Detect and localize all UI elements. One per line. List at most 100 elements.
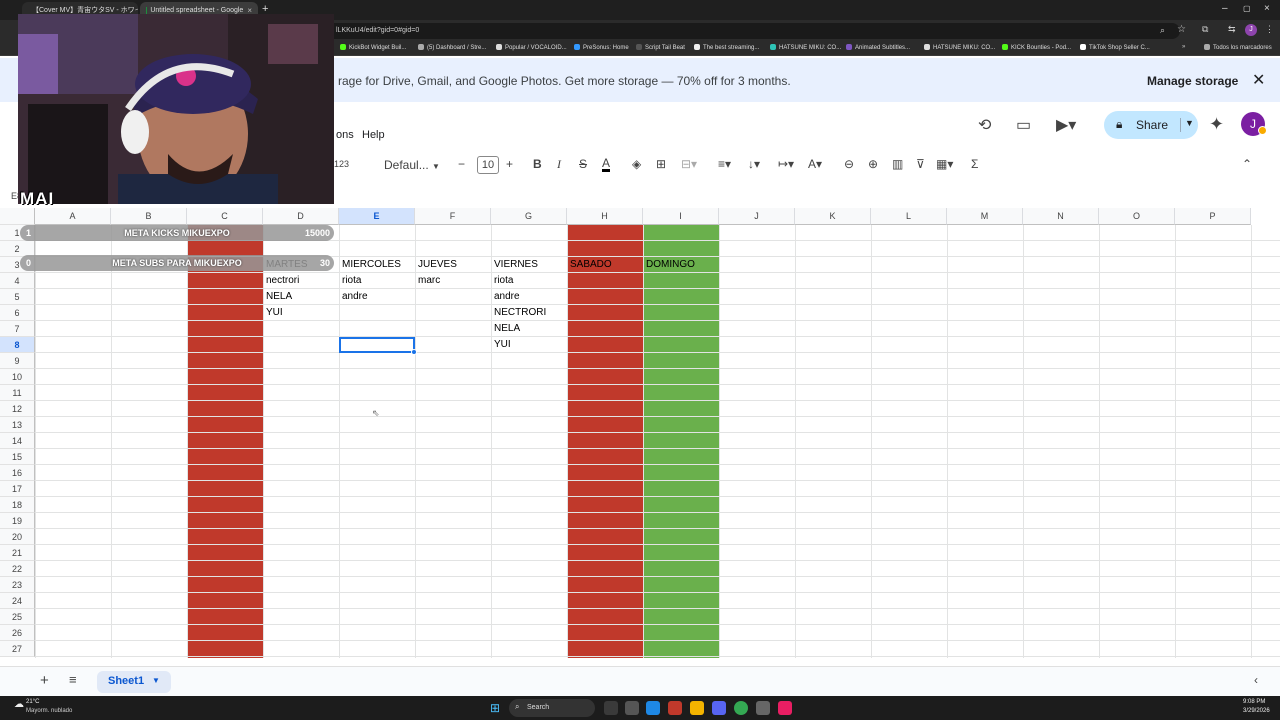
settings-icon[interactable] xyxy=(756,701,770,715)
spreadsheet-grid[interactable]: ABCDEFGHIJKLMNOP 1 2 3 4 5 6 7 8 9 10 11 12 13 14 15 16… xyxy=(0,208,1280,658)
row-header-19[interactable]: 19 xyxy=(0,513,35,529)
column-header-i[interactable]: I xyxy=(643,208,719,225)
functions-icon[interactable]: Σ xyxy=(971,157,978,171)
filter-views-icon[interactable]: ▦▾ xyxy=(936,157,953,171)
cell-g7[interactable]: NELA xyxy=(491,323,520,334)
vertical-align-icon[interactable]: ↓▾ xyxy=(748,157,760,171)
row-header-22[interactable]: 22 xyxy=(0,561,35,577)
meet-icon[interactable]: ▶▾ xyxy=(1056,115,1076,135)
chrome-icon[interactable] xyxy=(734,701,748,715)
borders-icon[interactable]: ⊞ xyxy=(656,157,666,171)
bookmark-star-icon[interactable]: ☆ xyxy=(1177,24,1186,35)
bookmark-item[interactable]: HATSUNE MIKU: CO... xyxy=(770,44,841,51)
gemini-icon[interactable]: ✦ xyxy=(1209,114,1224,135)
row-header-10[interactable]: 10 xyxy=(0,369,35,385)
selected-cell[interactable] xyxy=(339,337,417,355)
text-wrap-icon[interactable]: ↦▾ xyxy=(778,157,794,171)
share-dropdown-icon[interactable]: ▼ xyxy=(1180,118,1194,132)
row-header-21[interactable]: 21 xyxy=(0,545,35,561)
column-header-b[interactable]: B xyxy=(111,208,187,225)
column-header-g[interactable]: G xyxy=(491,208,567,225)
close-window-icon[interactable]: × xyxy=(1264,3,1270,14)
italic-icon[interactable]: I xyxy=(557,157,561,172)
row-header-13[interactable]: 13 xyxy=(0,417,35,433)
more-formats-button[interactable]: 123 xyxy=(334,159,349,169)
row-header-25[interactable]: 25 xyxy=(0,609,35,625)
manage-storage-link[interactable]: Manage storage xyxy=(1147,74,1238,88)
cell-h3[interactable]: SABADO xyxy=(567,259,612,270)
bookmark-item[interactable]: Animated Subtitles... xyxy=(846,44,910,51)
row-header-26[interactable]: 26 xyxy=(0,625,35,641)
cell-d5[interactable]: NELA xyxy=(263,291,292,302)
taskbar-search[interactable]: ⌕ Search xyxy=(509,699,595,717)
column-header-d[interactable]: D xyxy=(263,208,339,225)
bookmark-item[interactable]: KICK Bounties - Pod... xyxy=(1002,44,1071,51)
account-avatar[interactable]: J xyxy=(1241,112,1267,136)
bookmark-item[interactable]: HATSUNE MIKU: CO... xyxy=(924,44,995,51)
extensions-icon[interactable]: ⧉ xyxy=(1202,24,1208,35)
minimize-icon[interactable]: – xyxy=(1222,3,1228,14)
bookmark-item[interactable]: TikTok Shop Seller C... xyxy=(1080,44,1150,51)
sidebar-icon[interactable]: ⇆ xyxy=(1228,24,1236,35)
text-rotation-icon[interactable]: A▾ xyxy=(808,157,822,171)
comments-icon[interactable]: ▭ xyxy=(1016,115,1031,135)
bookmark-item[interactable]: Popular / VOCALOID... xyxy=(496,44,567,51)
strikethrough-icon[interactable]: S xyxy=(579,157,587,171)
column-header-p[interactable]: P xyxy=(1175,208,1251,225)
row-header-7[interactable]: 7 xyxy=(0,321,35,337)
explore-collapse-icon[interactable]: ‹ xyxy=(1254,673,1258,687)
cell-g3[interactable]: VIERNES xyxy=(491,259,538,270)
column-header-m[interactable]: M xyxy=(947,208,1023,225)
close-banner-icon[interactable]: ✕ xyxy=(1252,70,1265,90)
insert-link-icon[interactable]: ⊖ xyxy=(844,157,854,171)
row-header-4[interactable]: 4 xyxy=(0,273,35,289)
cell-e4[interactable]: riota xyxy=(339,275,361,286)
column-header-j[interactable]: J xyxy=(719,208,795,225)
bookmarks-overflow-icon[interactable]: » xyxy=(1182,44,1185,50)
all-bookmarks-folder[interactable]: Todos los marcadores xyxy=(1204,44,1272,51)
menu-help[interactable]: Help xyxy=(362,129,385,141)
app-icon[interactable] xyxy=(646,701,660,715)
task-view-icon[interactable] xyxy=(625,701,639,715)
cell-e3[interactable]: MIERCOLES xyxy=(339,259,401,270)
cell-g8[interactable]: YUI xyxy=(491,339,511,350)
column-header-f[interactable]: F xyxy=(415,208,491,225)
select-all-corner[interactable] xyxy=(0,208,35,225)
column-header-n[interactable]: N xyxy=(1023,208,1099,225)
file-explorer-icon[interactable] xyxy=(690,701,704,715)
font-select[interactable]: Defaul... ▼ xyxy=(384,158,440,172)
bookmark-item[interactable]: KickBot Widget Buil... xyxy=(340,44,406,51)
column-header-k[interactable]: K xyxy=(795,208,871,225)
share-button[interactable]: 🔒︎ Share ▼ xyxy=(1104,111,1198,139)
merge-cells-icon[interactable]: ⊟▾ xyxy=(681,157,697,171)
row-header-12[interactable]: 12 xyxy=(0,401,35,417)
weather-icon[interactable]: ☁ xyxy=(14,699,24,710)
add-sheet-icon[interactable]: + xyxy=(40,672,49,689)
row-header-27[interactable]: 27 xyxy=(0,641,35,657)
row-header-18[interactable]: 18 xyxy=(0,497,35,513)
row-header-24[interactable]: 24 xyxy=(0,593,35,609)
all-sheets-icon[interactable]: ≡ xyxy=(69,672,77,687)
column-header-c[interactable]: C xyxy=(187,208,263,225)
music-icon[interactable] xyxy=(778,701,792,715)
insert-comment-icon[interactable]: ⊕ xyxy=(868,157,878,171)
row-header-16[interactable]: 16 xyxy=(0,465,35,481)
cell-g4[interactable]: riota xyxy=(491,275,513,286)
row-header-23[interactable]: 23 xyxy=(0,577,35,593)
cell-d6[interactable]: YUI xyxy=(263,307,283,318)
collapse-toolbar-icon[interactable]: ⌃ xyxy=(1242,157,1252,171)
browser-menu-icon[interactable]: ⋮ xyxy=(1265,24,1274,35)
row-header-8[interactable]: 8 xyxy=(0,337,35,353)
fill-color-icon[interactable]: ◈ xyxy=(632,157,641,171)
row-header-11[interactable]: 11 xyxy=(0,385,35,401)
column-header-l[interactable]: L xyxy=(871,208,947,225)
cell-g6[interactable]: NECTRORI xyxy=(491,307,546,318)
sheet-tab-sheet1[interactable]: Sheet1 ▼ xyxy=(97,671,171,693)
maximize-icon[interactable]: ▢ xyxy=(1243,4,1251,13)
version-history-icon[interactable]: ⟲ xyxy=(978,115,991,135)
row-header-15[interactable]: 15 xyxy=(0,449,35,465)
row-header-14[interactable]: 14 xyxy=(0,433,35,449)
profile-avatar-icon[interactable]: J xyxy=(1245,24,1257,36)
cell-g5[interactable]: andre xyxy=(491,291,520,302)
row-header-6[interactable]: 6 xyxy=(0,305,35,321)
